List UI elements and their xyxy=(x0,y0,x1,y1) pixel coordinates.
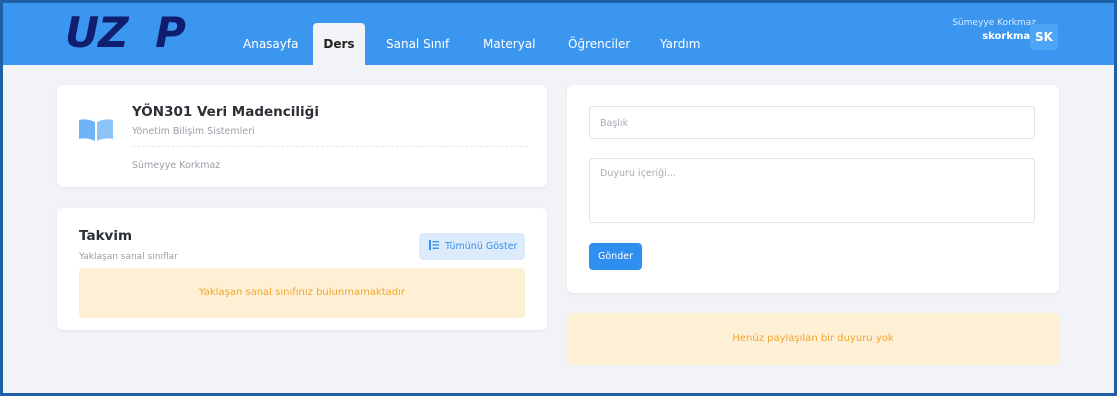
announcement-title-input[interactable]: Başlık xyxy=(589,106,1035,139)
nav-materyal[interactable]: Materyal xyxy=(483,23,536,65)
avatar[interactable]: SK xyxy=(1030,24,1058,50)
user-login-name: skorkmaz xyxy=(982,31,1036,42)
book-icon xyxy=(79,119,113,141)
nav-ogrenciler[interactable]: Öğrenciler xyxy=(568,23,630,65)
calendar-title: Takvim xyxy=(79,228,133,244)
show-all-label: Tümünü Göster xyxy=(445,241,518,252)
no-upcoming-classes-alert: Yaklaşan sanal sınıfınız bulunmamaktadır xyxy=(79,268,525,318)
no-announcements-alert: Henüz paylaşılan bir duyuru yok xyxy=(567,313,1059,365)
user-full-name: Sümeyye Korkmaz xyxy=(952,18,1036,28)
nav-sanal-sinif[interactable]: Sanal Sınıf xyxy=(386,23,449,65)
course-title: YÖN301 Veri Madenciliği xyxy=(132,104,319,120)
nav-ders[interactable]: Ders xyxy=(313,23,365,65)
course-instructor: Sümeyye Korkmaz xyxy=(132,160,221,171)
announcement-form-card: Başlık Duyuru içeriği... Gönder xyxy=(567,85,1059,293)
send-button[interactable]: Gönder xyxy=(589,243,642,270)
user-info[interactable]: Sümeyye Korkmaz skorkmaz xyxy=(952,17,1036,44)
nav-yardim[interactable]: Yardım xyxy=(660,23,700,65)
announcement-content-textarea[interactable]: Duyuru içeriği... xyxy=(589,158,1035,223)
logo-part-uz: UZ xyxy=(65,8,129,57)
list-icon xyxy=(429,240,439,250)
course-card: YÖN301 Veri Madenciliği Yönetim Bilişim … xyxy=(57,85,547,187)
calendar-card: Takvim Yaklaşan sanal sınıflar Tümünü Gö… xyxy=(57,208,547,330)
divider xyxy=(132,146,528,147)
app-window: UZeP Anasayfa Ders Sanal Sınıf Materyal … xyxy=(0,0,1117,396)
uzep-logo[interactable]: UZeP xyxy=(65,8,186,57)
calendar-subtitle: Yaklaşan sanal sınıflar xyxy=(79,252,178,262)
logo-part-e: e xyxy=(127,8,156,57)
logo-part-p: P xyxy=(155,8,186,57)
nav-anasayfa[interactable]: Anasayfa xyxy=(243,23,298,65)
course-department: Yönetim Bilişim Sistemleri xyxy=(132,126,255,137)
show-all-button[interactable]: Tümünü Göster xyxy=(419,233,525,260)
top-navbar: UZeP Anasayfa Ders Sanal Sınıf Materyal … xyxy=(3,3,1114,65)
